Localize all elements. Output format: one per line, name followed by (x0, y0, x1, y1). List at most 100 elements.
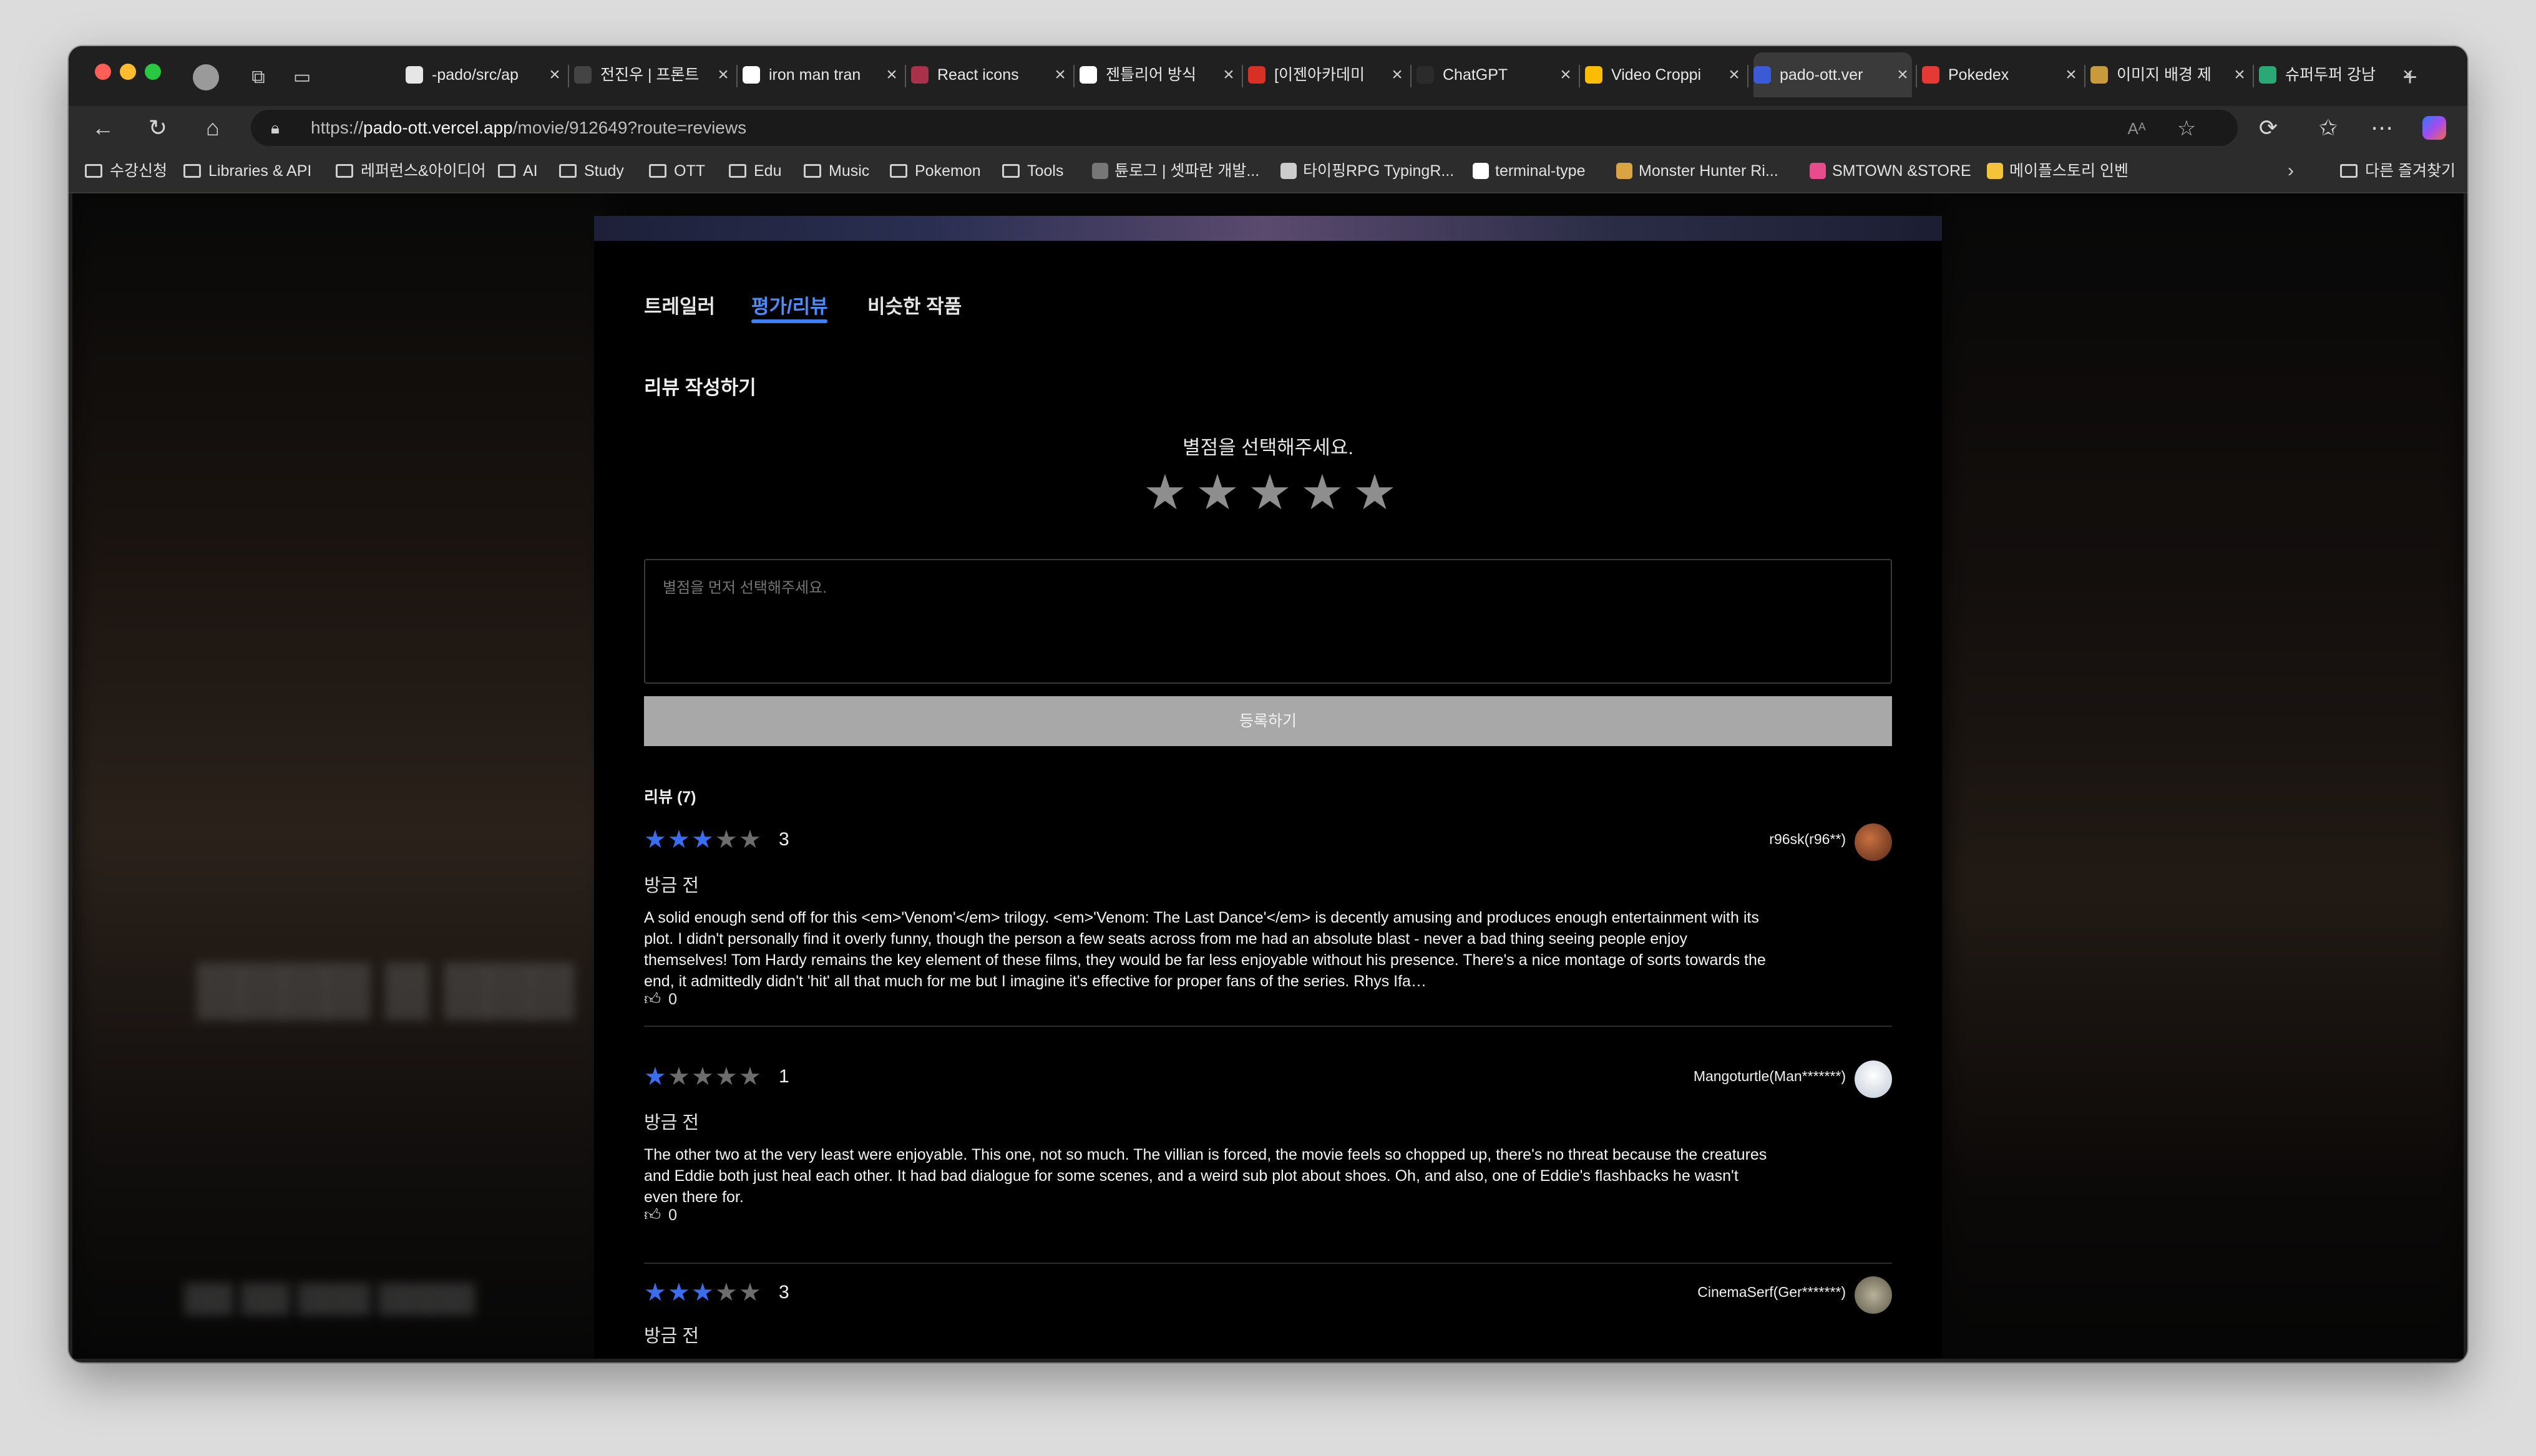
rating-star-3-icon[interactable]: ★ (1248, 468, 1292, 517)
folder-icon (559, 164, 577, 178)
bookmark-label: Monster Hunter Ri... (1639, 162, 1778, 180)
like-count: 0 (668, 1206, 678, 1224)
site-favicon-icon (1280, 163, 1297, 179)
submit-review-button[interactable]: 등록하기 (644, 696, 1892, 746)
read-aloud-icon[interactable]: Aᴬ (2123, 115, 2150, 142)
new-tab-button[interactable]: + (2395, 62, 2425, 92)
folder-icon (1002, 164, 1020, 178)
star-icon: ★ (668, 826, 690, 853)
close-tab-icon[interactable]: × (2062, 52, 2080, 97)
like-button[interactable]: 👍︎ 0 (644, 1205, 677, 1225)
address-bar[interactable]: 🔒︎ https://pado-ott.vercel.app/movie/912… (251, 110, 2238, 146)
pado-icon (1753, 66, 1771, 84)
bookmark-link[interactable]: 메이플스토리 인벤 (1987, 148, 2129, 193)
bookmark-link[interactable]: SMTOWN &STORE (1810, 148, 1971, 193)
browser-tab[interactable]: Pokedex × (1922, 52, 2080, 97)
close-window-button[interactable] (95, 64, 111, 80)
like-button[interactable]: 👍︎ 0 (644, 989, 677, 1009)
bookmark-label: 튠로그 | 셋파란 개발... (1114, 162, 1260, 180)
tab-separator (1410, 65, 1412, 87)
profile-icon[interactable] (191, 62, 221, 92)
browser-tab[interactable]: Video Croppi × (1585, 52, 1744, 97)
favorite-star-icon[interactable]: ☆ (2173, 115, 2200, 142)
browser-tab[interactable]: 젠틀리어 방식 × (1080, 52, 1238, 97)
browser-tab[interactable]: [이젠아카데미 × (1248, 52, 1407, 97)
browser-tab[interactable]: pado-ott.ver × (1753, 52, 1912, 97)
tab-trailer[interactable]: 트레일러 (644, 291, 715, 319)
star-icon: ★ (644, 1279, 666, 1306)
review-textarea[interactable] (644, 559, 1892, 684)
back-icon[interactable]: ← (87, 112, 119, 143)
rating-star-selector: ★ ★ ★ ★ ★ (1143, 468, 1405, 522)
bookmark-folder[interactable]: Tools (1002, 148, 1063, 193)
tab-reviews[interactable]: 평가/리뷰 (751, 291, 828, 319)
bookmark-folder[interactable]: 레퍼런스&아이디어 (336, 148, 486, 193)
rating-star-4-icon[interactable]: ★ (1300, 468, 1344, 517)
bookmark-folder[interactable]: Pokemon (890, 148, 981, 193)
notion-icon (574, 66, 592, 84)
close-tab-icon[interactable]: × (2230, 52, 2249, 97)
extensions-icon[interactable]: ⟳ (2253, 112, 2284, 143)
bookmark-folder[interactable]: Study (559, 148, 624, 193)
folder-icon (336, 164, 353, 178)
bookmark-label: 메이플스토리 인벤 (2009, 162, 2129, 180)
close-tab-icon[interactable]: × (1556, 52, 1575, 97)
review-author: Mangoturtle(Man*******) (1693, 1068, 1846, 1084)
star-icon: ★ (644, 826, 666, 853)
rating-star-2-icon[interactable]: ★ (1196, 468, 1239, 517)
browser-tab[interactable]: 전진우 | 프론트 × (574, 52, 733, 97)
browser-tab[interactable]: 이미지 배경 제 × (2090, 52, 2249, 97)
bookmark-folder[interactable]: OTT (649, 148, 705, 193)
review-score: 3 (779, 829, 789, 850)
lock-icon: 🔒︎ (271, 119, 280, 137)
bookmark-folder[interactable]: 수강신청 (85, 148, 167, 193)
vertical-tabs-icon[interactable]: ▭ (287, 62, 317, 92)
chatgpt-icon (1417, 66, 1434, 84)
close-tab-icon[interactable]: × (714, 52, 733, 97)
close-tab-icon[interactable]: × (1388, 52, 1407, 97)
bookmark-folder[interactable]: Music (804, 148, 869, 193)
bookmark-link[interactable]: 타이핑RPG TypingR... (1280, 148, 1454, 193)
bookmark-folder[interactable]: Edu (729, 148, 781, 193)
bookmark-link[interactable]: 튠로그 | 셋파란 개발... (1092, 148, 1259, 193)
review-text: The other two at the very least were enj… (644, 1146, 1767, 1206)
movie-detail-panel: 트레일러 평가/리뷰 비슷한 작품 리뷰 작성하기 별점을 선택해주세요. ★ ★… (594, 216, 1942, 1359)
browser-tab[interactable]: React icons × (911, 52, 1070, 97)
browser-tab[interactable]: ChatGPT × (1417, 52, 1575, 97)
copilot-icon[interactable] (2419, 112, 2450, 143)
bookmark-folder[interactable]: AI (498, 148, 538, 193)
bookmarks-overflow-chevron-icon[interactable]: › (2288, 148, 2294, 193)
review-item: ★★★★★ 3 방금 전 CinemaSerf(Ger*******) (644, 1268, 1892, 1359)
bookmark-link[interactable]: terminal-type (1473, 148, 1586, 193)
browser-tab[interactable]: 슈퍼두퍼 강남 × (2259, 52, 2417, 97)
browser-tab[interactable]: iron man tran × (743, 52, 901, 97)
star-icon: ★ (691, 1279, 714, 1306)
browser-tab[interactable]: -pado/src/ap × (406, 52, 564, 97)
google-icon (743, 66, 760, 84)
close-tab-icon[interactable]: × (1051, 52, 1070, 97)
home-icon[interactable]: ⌂ (197, 112, 228, 143)
tab-separator (1916, 65, 1917, 87)
close-tab-icon[interactable]: × (1893, 52, 1912, 97)
tab-title: ChatGPT (1443, 66, 1508, 84)
avatar (1855, 1276, 1892, 1314)
maximize-window-button[interactable] (145, 64, 161, 80)
rating-star-5-icon[interactable]: ★ (1353, 468, 1397, 517)
folder-icon (729, 164, 746, 178)
close-tab-icon[interactable]: × (545, 52, 564, 97)
minimize-window-button[interactable] (120, 64, 136, 80)
bookmark-folder[interactable]: Libraries & API (183, 148, 311, 193)
thumbs-up-icon: 👍︎ (644, 1205, 661, 1224)
refresh-icon[interactable]: ↻ (142, 112, 173, 143)
rating-star-1-icon[interactable]: ★ (1143, 468, 1187, 517)
favorites-icon[interactable]: ✩ (2313, 112, 2344, 143)
other-bookmarks-folder[interactable]: 다른 즐겨찾기 (2340, 148, 2456, 193)
tab-separator (905, 65, 906, 87)
tab-similar[interactable]: 비슷한 작품 (867, 291, 962, 319)
close-tab-icon[interactable]: × (1725, 52, 1744, 97)
close-tab-icon[interactable]: × (1219, 52, 1238, 97)
close-tab-icon[interactable]: × (882, 52, 901, 97)
workspaces-icon[interactable]: ⧉ (243, 62, 273, 92)
bookmark-link[interactable]: Monster Hunter Ri... (1616, 148, 1778, 193)
more-menu-icon[interactable]: ⋯ (2366, 112, 2397, 143)
